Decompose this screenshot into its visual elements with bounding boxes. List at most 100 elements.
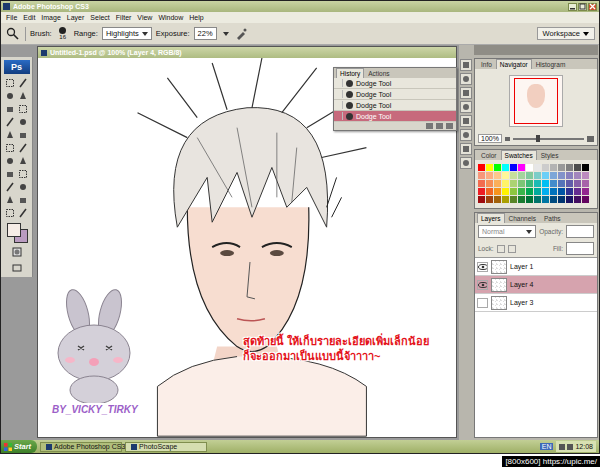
history-source-box[interactable] (334, 79, 343, 87)
swatch[interactable] (566, 196, 573, 203)
range-select[interactable]: Highlights (102, 27, 152, 40)
swatch[interactable] (574, 164, 581, 171)
visibility-toggle[interactable] (477, 298, 488, 308)
panel-tab[interactable]: Actions (364, 68, 393, 78)
swatch[interactable] (566, 180, 573, 187)
swatch[interactable] (510, 172, 517, 179)
tool-icon[interactable] (4, 194, 16, 206)
swatch[interactable] (494, 196, 501, 203)
tool-icon[interactable] (17, 142, 29, 154)
tool-icon[interactable] (17, 194, 29, 206)
swatch[interactable] (518, 172, 525, 179)
swatch[interactable] (518, 164, 525, 171)
history-source-box[interactable] (334, 112, 343, 120)
start-button[interactable]: Start (1, 440, 37, 453)
menu-item[interactable]: Edit (23, 14, 35, 21)
swatch[interactable] (574, 188, 581, 195)
zoom-out-icon[interactable] (505, 137, 510, 141)
zoom-in-icon[interactable] (587, 136, 594, 142)
swatch[interactable] (478, 164, 485, 171)
view-box[interactable] (514, 78, 558, 124)
swatch[interactable] (486, 164, 493, 171)
swatch[interactable] (510, 180, 517, 187)
swatch[interactable] (574, 196, 581, 203)
swatch[interactable] (494, 188, 501, 195)
dock-panel-icon[interactable] (460, 157, 472, 169)
blend-mode-select[interactable]: Normal (478, 225, 536, 238)
dodge-tool-icon[interactable] (5, 26, 21, 42)
tool-icon[interactable] (17, 155, 29, 167)
tool-icon[interactable] (17, 103, 29, 115)
tool-icon[interactable] (17, 116, 29, 128)
swatch[interactable] (582, 196, 589, 203)
screen-mode-icon[interactable] (11, 262, 23, 274)
swatch[interactable] (582, 180, 589, 187)
layer-row[interactable]: Layer 3 (475, 294, 597, 312)
foreground-color[interactable] (7, 223, 21, 237)
maximize-icon[interactable] (578, 3, 587, 11)
swatch[interactable] (534, 180, 541, 187)
swatch[interactable] (526, 196, 533, 203)
menu-item[interactable]: File (6, 14, 17, 21)
swatch[interactable] (574, 172, 581, 179)
close-icon[interactable] (588, 3, 597, 11)
swatch[interactable] (518, 196, 525, 203)
swatch[interactable] (550, 172, 557, 179)
history-source-box[interactable] (334, 101, 343, 109)
zoom-slider[interactable] (513, 138, 584, 140)
opacity-field[interactable] (566, 225, 594, 238)
swatch[interactable] (582, 172, 589, 179)
zoom-value[interactable]: 100% (478, 134, 502, 143)
swatch[interactable] (534, 196, 541, 203)
swatch[interactable] (582, 164, 589, 171)
menu-item[interactable]: Select (90, 14, 109, 21)
menu-item[interactable]: Image (41, 14, 60, 21)
tray-icon[interactable] (559, 444, 565, 450)
panel-tab[interactable]: Layers (477, 213, 505, 223)
history-item[interactable]: Dodge Tool (334, 89, 456, 100)
swatch[interactable] (534, 164, 541, 171)
swatch[interactable] (478, 188, 485, 195)
swatch[interactable] (558, 188, 565, 195)
history-item[interactable]: Dodge Tool (334, 78, 456, 89)
history-item[interactable]: Dodge Tool (334, 111, 456, 122)
exposure-field[interactable]: 22% (194, 27, 217, 40)
swatch[interactable] (566, 164, 573, 171)
history-item[interactable]: Dodge Tool (334, 100, 456, 111)
tool-icon[interactable] (4, 90, 16, 102)
tool-icon[interactable] (17, 181, 29, 193)
layer-row[interactable]: Layer 1 (475, 258, 597, 276)
tool-icon[interactable] (4, 155, 16, 167)
tool-icon[interactable] (17, 129, 29, 141)
menu-item[interactable]: Layer (67, 14, 85, 21)
panel-tab[interactable]: Color (477, 150, 501, 160)
menu-item[interactable]: Help (189, 14, 203, 21)
swatch[interactable] (494, 172, 501, 179)
dock-panel-icon[interactable] (460, 129, 472, 141)
panel-tab[interactable]: Navigator (496, 59, 532, 69)
swatch[interactable] (542, 172, 549, 179)
tool-icon[interactable] (4, 77, 16, 89)
swatch[interactable] (486, 188, 493, 195)
swatch[interactable] (502, 188, 509, 195)
tool-icon[interactable] (17, 207, 29, 219)
swatch[interactable] (558, 196, 565, 203)
swatch[interactable] (486, 180, 493, 187)
new-document-icon[interactable] (426, 123, 433, 129)
swatch[interactable] (502, 164, 509, 171)
visibility-toggle[interactable] (477, 262, 488, 272)
panel-tab[interactable]: Channels (505, 213, 540, 223)
swatch[interactable] (558, 180, 565, 187)
dock-panel-icon[interactable] (460, 115, 472, 127)
swatch[interactable] (550, 164, 557, 171)
swatch[interactable] (526, 188, 533, 195)
ps-logo[interactable]: Ps (4, 60, 30, 74)
panel-tab[interactable]: Info (477, 59, 496, 69)
swatch[interactable] (478, 172, 485, 179)
swatch[interactable] (550, 196, 557, 203)
lock-icon[interactable] (497, 245, 505, 253)
swatch[interactable] (542, 164, 549, 171)
tool-icon[interactable] (4, 129, 16, 141)
swatch[interactable] (502, 196, 509, 203)
swatch[interactable] (550, 180, 557, 187)
